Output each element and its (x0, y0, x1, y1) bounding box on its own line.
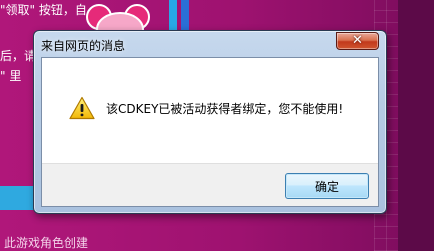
dialog-button-row: 确定 (42, 163, 378, 206)
alert-dialog: 来自网页的消息 ✕ 该CDKEY已被活动获得者绑定，您不能使用! 确定 (33, 30, 387, 214)
dialog-title: 来自网页的消息 (41, 39, 126, 53)
close-button[interactable]: ✕ (336, 32, 379, 50)
dialog-titlebar[interactable]: 来自网页的消息 ✕ (34, 31, 386, 57)
background-text-line: " 里 (0, 69, 22, 83)
warning-icon (69, 96, 95, 120)
ok-button[interactable]: 确定 (285, 173, 369, 199)
background-text-line: 此游戏角色创建 (4, 236, 89, 250)
background-right-strip (398, 0, 434, 251)
close-icon: ✕ (352, 33, 363, 48)
message-text: 该CDKEY已被活动获得者绑定，您不能使用! (106, 102, 344, 116)
background-text-line: "领取" 按钮，自 (0, 3, 87, 17)
background-text-line: 后，请 (0, 49, 37, 63)
message-panel: 该CDKEY已被活动获得者绑定，您不能使用! (42, 58, 378, 163)
dialog-content: 该CDKEY已被活动获得者绑定，您不能使用! 确定 (41, 57, 379, 207)
